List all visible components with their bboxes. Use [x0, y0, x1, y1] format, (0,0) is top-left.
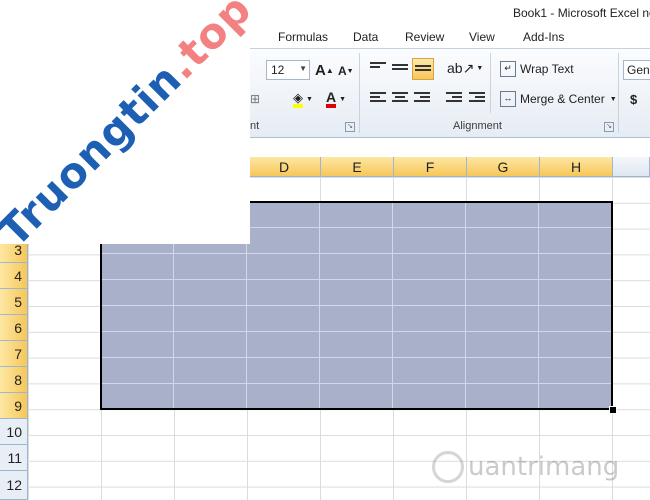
- merge-center-label: Merge & Center: [520, 92, 605, 106]
- watermark-logo-box: Truongtin.top: [0, 0, 261, 256]
- column-header-i[interactable]: [613, 157, 650, 177]
- column-header-f[interactable]: F: [394, 157, 467, 177]
- row-header-11[interactable]: 11: [0, 445, 28, 471]
- row-header-9[interactable]: 9: [0, 393, 28, 419]
- increase-indent-icon[interactable]: [469, 92, 485, 106]
- font-color-button[interactable]: A ▼: [326, 89, 346, 109]
- column-header-g[interactable]: G: [467, 157, 540, 177]
- align-bottom-icon: [415, 65, 431, 79]
- logo-text-main: Truongtin: [0, 53, 192, 257]
- column-header-h[interactable]: H: [540, 157, 613, 177]
- decrease-indent-icon[interactable]: [446, 92, 462, 106]
- row-header-8[interactable]: 8: [0, 367, 28, 393]
- number-format-value: Gene: [627, 63, 650, 77]
- chevron-down-icon: ▼: [299, 64, 307, 73]
- number-format-select[interactable]: Gene: [623, 60, 650, 80]
- window-title: Book1 - Microsoft Excel no: [513, 6, 650, 20]
- currency-button[interactable]: $: [630, 89, 637, 109]
- font-group-label: nt: [250, 120, 260, 132]
- merge-center-button[interactable]: ↔ Merge & Center ▼: [500, 89, 617, 109]
- tab-data[interactable]: Data: [353, 30, 378, 44]
- bulb-icon: [432, 451, 464, 483]
- chevron-down-icon: ▼: [339, 95, 347, 103]
- align-center-icon[interactable]: [392, 92, 408, 106]
- align-left-icon[interactable]: [370, 92, 386, 106]
- alignment-dialog-launcher-icon[interactable]: ↘: [604, 122, 614, 132]
- shrink-font-button[interactable]: A ▼: [338, 61, 354, 81]
- row-header-5[interactable]: 5: [0, 289, 28, 315]
- row-header-7[interactable]: 7: [0, 341, 28, 367]
- font-dialog-launcher-icon[interactable]: ↘: [345, 122, 355, 132]
- fill-handle[interactable]: [609, 406, 617, 414]
- row-header-4[interactable]: 4: [0, 263, 28, 289]
- group-separator: [618, 53, 619, 133]
- column-header-d[interactable]: D: [248, 157, 321, 177]
- watermark-logo: Truongtin.top: [0, 0, 261, 256]
- fill-color-button[interactable]: ◈ ▼: [293, 89, 313, 109]
- wrap-text-label: Wrap Text: [520, 62, 574, 76]
- tab-review[interactable]: Review: [405, 30, 444, 44]
- orientation-icon[interactable]: ab↗ ▼: [447, 58, 483, 78]
- tab-formulas[interactable]: Formulas: [278, 30, 328, 44]
- font-size-value: 12: [271, 63, 285, 77]
- wrap-text-icon: ↵: [500, 61, 516, 77]
- align-right-icon[interactable]: [414, 92, 430, 106]
- grow-font-button[interactable]: A ▲: [315, 60, 334, 80]
- merge-center-icon: ↔: [500, 91, 516, 107]
- group-separator: [359, 53, 360, 133]
- align-bottom-button[interactable]: [412, 58, 434, 80]
- chevron-down-icon: ▼: [609, 95, 617, 103]
- group-separator: [490, 53, 491, 113]
- paint-bucket-icon: ◈: [293, 91, 303, 108]
- font-size-select[interactable]: 12 ▼: [266, 60, 310, 80]
- font-color-icon: A: [326, 90, 337, 108]
- tab-add-ins[interactable]: Add-Ins: [523, 30, 564, 44]
- borders-icon[interactable]: ⊞: [250, 89, 260, 109]
- column-header-e[interactable]: E: [321, 157, 394, 177]
- watermark-text: uantrimang: [468, 452, 620, 482]
- alignment-group-label: Alignment: [453, 120, 502, 132]
- row-header-12[interactable]: 12: [0, 471, 28, 500]
- align-top-icon[interactable]: [370, 62, 386, 76]
- row-header-10[interactable]: 10: [0, 419, 28, 445]
- tab-view[interactable]: View: [469, 30, 495, 44]
- chevron-down-icon: ▼: [306, 95, 313, 103]
- align-middle-icon[interactable]: [392, 64, 408, 78]
- row-header-6[interactable]: 6: [0, 315, 28, 341]
- watermark-quantrimang: uantrimang: [432, 451, 619, 483]
- wrap-text-button[interactable]: ↵ Wrap Text: [500, 59, 574, 79]
